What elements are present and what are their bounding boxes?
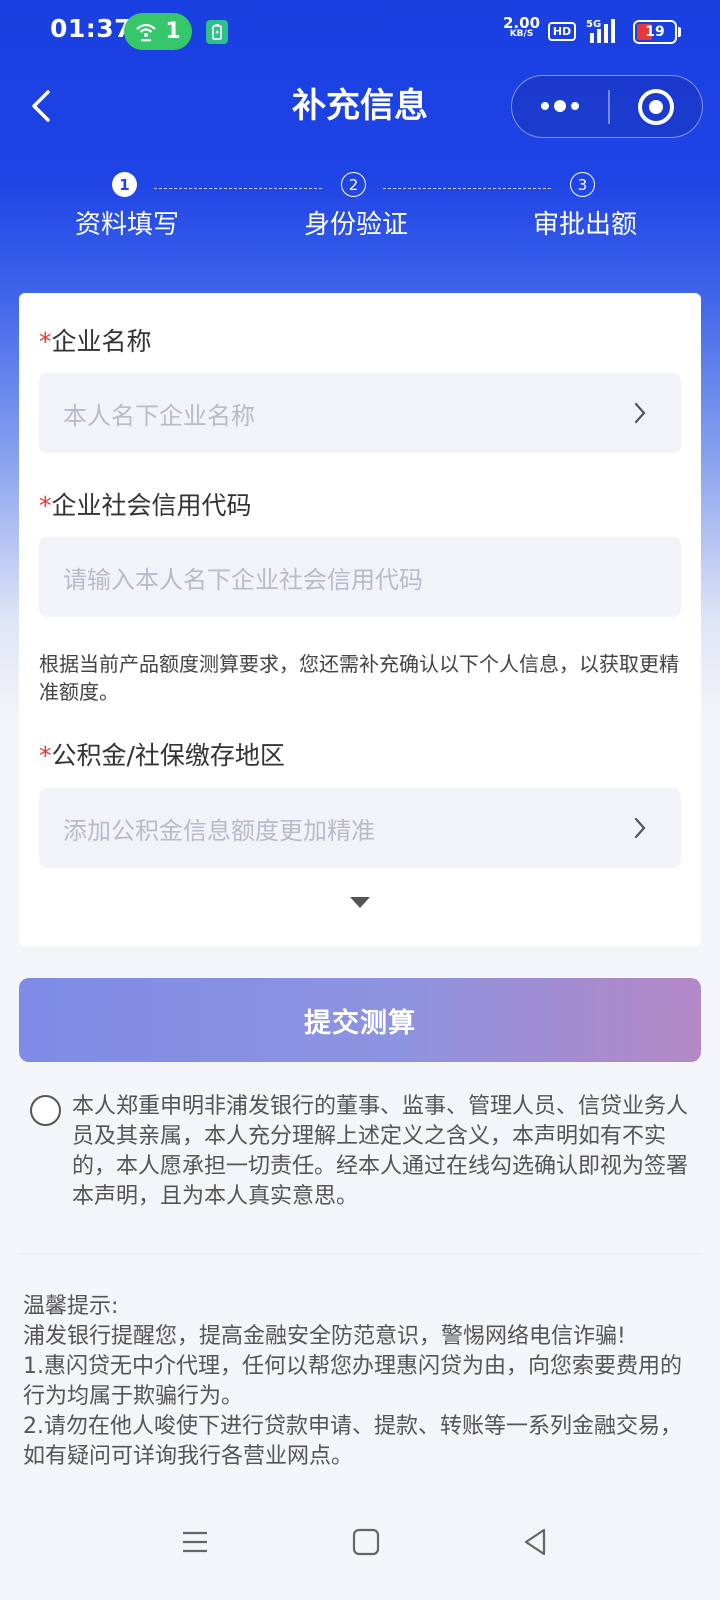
tips-line-1: 浦发银行提醒您，提高金融安全防范意识，警惕网络电信诈骗! xyxy=(23,1324,626,1349)
signal-strength-icon: 5G xyxy=(586,19,615,43)
battery-tip xyxy=(678,27,681,37)
declaration-text: 本人郑重申明非浦发银行的董事、监事、管理人员、信贷业务人员及其亲属，本人充分理解… xyxy=(72,1094,689,1209)
required-mark: * xyxy=(39,327,52,356)
company-name-field[interactable]: 本人名下企业名称 xyxy=(39,373,681,453)
tips-line-3: 2.请勿在他人唆使下进行贷款申请、提款、转账等一系列金融交易，如有疑问可详询我行… xyxy=(23,1414,682,1469)
target-close-icon[interactable] xyxy=(638,89,674,125)
warm-tips: 温馨提示: 浦发银行提醒您，提高金融安全防范意识，警惕网络电信诈骗! 1.惠闪贷… xyxy=(23,1292,703,1472)
tips-line-2: 1.惠闪贷无中介代理，任何以帮您办理惠闪贷为由，向您索要费用的行为均属于欺骗行为… xyxy=(23,1354,682,1409)
hotspot-indicator: 1 xyxy=(124,13,192,50)
back-triangle-icon[interactable] xyxy=(516,1522,556,1562)
declaration-checkbox[interactable] xyxy=(30,1095,61,1126)
step-3-label: 审批出额 xyxy=(532,210,637,240)
credit-code-label: *企业社会信用代码 xyxy=(39,491,252,520)
hotspot-count: 1 xyxy=(165,19,181,44)
menu-icon[interactable] xyxy=(175,1522,215,1562)
step-3-number: 3 xyxy=(570,172,595,197)
required-mark: * xyxy=(39,741,52,770)
battery-level: 19 xyxy=(645,24,665,40)
fund-region-label: *公积金/社保缴存地区 xyxy=(39,741,285,770)
submit-button[interactable]: 提交测算 xyxy=(19,978,701,1062)
chevron-right-icon xyxy=(634,817,646,839)
company-name-placeholder: 本人名下企业名称 xyxy=(63,401,255,430)
step-1-number: 1 xyxy=(112,172,137,197)
company-name-label: *企业名称 xyxy=(39,327,152,356)
step-2-number: 2 xyxy=(341,172,366,197)
network-speed: 2.00 KB/S xyxy=(503,14,541,40)
capsule-divider xyxy=(608,90,610,124)
network-speed-value: 2.00 xyxy=(503,14,541,32)
fund-region-placeholder: 添加公积金信息额度更加精准 xyxy=(63,816,375,845)
step-connector-1 xyxy=(154,188,322,189)
step-1-label: 资料填写 xyxy=(74,210,179,240)
system-navigation-bar xyxy=(0,1510,720,1580)
hotspot-icon xyxy=(136,23,157,41)
mini-program-capsule xyxy=(511,75,703,138)
hd-voice-icon: HD xyxy=(548,22,576,41)
divider xyxy=(19,1253,701,1254)
tips-title: 温馨提示: xyxy=(23,1294,119,1319)
status-bar: 01:37 1 2.00 KB/S HD 5G 19 xyxy=(0,0,720,66)
svg-text:5G: 5G xyxy=(586,19,601,30)
expand-arrow-icon[interactable] xyxy=(350,897,370,908)
step-2-label: 身份验证 xyxy=(303,210,408,240)
credit-code-placeholder: 请输入本人名下企业社会信用代码 xyxy=(63,565,423,594)
chevron-right-icon xyxy=(634,402,646,424)
battery-indicator: 19 xyxy=(633,20,677,44)
quota-hint-text: 根据当前产品额度测算要求，您还需补充确认以下个人信息，以获取更精准额度。 xyxy=(39,652,679,704)
status-time: 01:37 xyxy=(50,14,133,43)
required-mark: * xyxy=(39,491,52,520)
charging-app-icon xyxy=(206,20,228,44)
fund-region-field[interactable]: 添加公积金信息额度更加精准 xyxy=(39,788,681,868)
home-icon[interactable] xyxy=(346,1522,386,1562)
step-connector-2 xyxy=(383,188,551,189)
credit-code-input[interactable]: 请输入本人名下企业社会信用代码 xyxy=(39,537,681,617)
more-dots-icon[interactable] xyxy=(528,76,592,136)
